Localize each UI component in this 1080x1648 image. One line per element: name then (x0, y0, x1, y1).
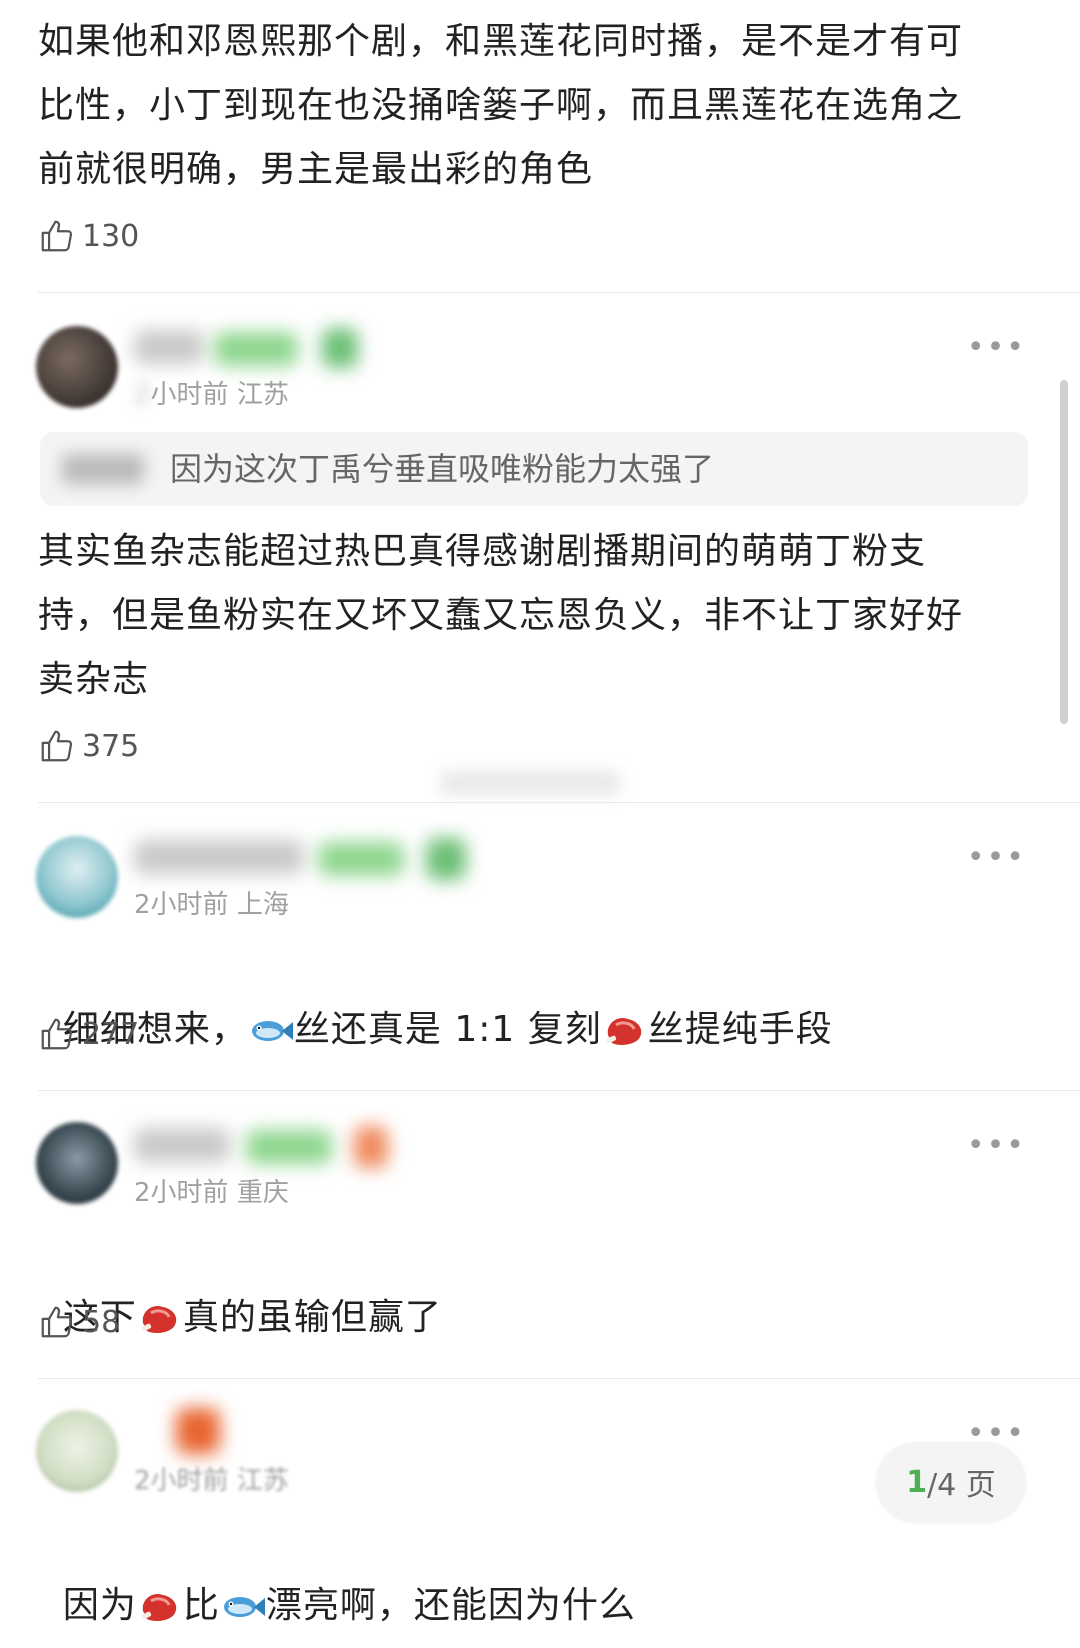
like-count: 277 (82, 1016, 140, 1052)
username-blurred[interactable] (134, 1128, 230, 1162)
quoted-username-blurred (62, 454, 144, 484)
thumbs-up-icon (41, 1306, 73, 1338)
like-button[interactable]: 277 (38, 1012, 139, 1056)
total-pages: /4 页 (927, 1468, 996, 1503)
comment-text-part: 因为 (62, 1585, 137, 1626)
comment-meta: 2小时前 江苏 (134, 380, 289, 410)
quoted-reply[interactable]: 因为这次丁禹兮垂直吸唯粉能力太强了 (40, 432, 1028, 506)
steak-emoji-icon (602, 1008, 648, 1048)
avatar[interactable] (36, 326, 118, 408)
comment-text-part: 丝提纯手段 (647, 1009, 833, 1050)
thumbs-up-icon (41, 1018, 73, 1050)
divider (38, 1378, 1080, 1379)
user-badge-blurred (246, 1130, 332, 1164)
comment-text: 因为 比 漂亮啊，还能因为什么 (38, 1510, 1028, 1638)
comment-meta: 2小时前 上海 (134, 884, 289, 921)
comment-location: 江苏 (236, 1466, 289, 1496)
current-page: 1 (906, 1464, 928, 1500)
thumbs-up-icon (41, 730, 73, 762)
like-count: 375 (82, 728, 140, 764)
watermark-blurred (440, 770, 620, 796)
comment-location: 重庆 (236, 1178, 289, 1208)
comment-location: 江苏 (236, 380, 289, 410)
comment-meta: 2小时前 重庆 (134, 1172, 289, 1209)
comment-text-part: 比 (182, 1585, 220, 1626)
more-options-icon[interactable]: ••• (967, 330, 1026, 365)
user-medal-blurred (426, 838, 466, 880)
like-count: 58 (82, 1304, 121, 1340)
comment-time: 2小时前 (134, 1466, 229, 1496)
comment-text-part: 丝还真是 1:1 复刻 (293, 1009, 602, 1050)
user-badge-blurred (318, 842, 404, 876)
username-blurred[interactable] (134, 840, 304, 874)
comment-location: 上海 (236, 890, 289, 920)
like-button[interactable]: 58 (38, 1300, 120, 1344)
divider (38, 292, 1080, 293)
comment-time: 小时前 (150, 380, 229, 410)
steak-emoji-icon (137, 1296, 183, 1336)
quoted-text: 因为这次丁禹兮垂直吸唯粉能力太强了 (170, 450, 715, 488)
fish-emoji-icon (220, 1584, 266, 1624)
like-button[interactable]: 130 (38, 214, 139, 258)
fish-emoji-icon (248, 1008, 294, 1048)
comment-text: 这下 真的虽输但赢了 (38, 1222, 1028, 1350)
user-medal-blurred (322, 328, 358, 368)
user-medal-blurred (176, 1408, 220, 1454)
like-count: 130 (82, 218, 140, 254)
more-options-icon[interactable]: ••• (967, 1128, 1026, 1163)
comment-text-part: 真的虽输但赢了 (182, 1297, 442, 1338)
comment-text: 如果他和邓恩熙那个剧，和黑莲花同时播，是不是才有可 比性，小丁到现在也没捅啥篓子… (38, 21, 964, 190)
comment-meta: 2小时前 江苏 (134, 1460, 289, 1497)
avatar[interactable] (36, 836, 118, 918)
avatar[interactable] (36, 1410, 118, 1492)
username-blurred[interactable] (134, 330, 204, 364)
comment-text-part: 漂亮啊，还能因为什么 (265, 1585, 636, 1626)
comment-text: 其实鱼杂志能超过热巴真得感谢剧播期间的萌萌丁粉支 持，但是鱼粉实在又坏又蠢又忘恩… (38, 531, 964, 700)
divider (38, 802, 1080, 803)
thumbs-up-icon (41, 220, 73, 252)
comment-text: 细细想来， 丝还真是 1:1 复刻 丝提纯手段 (38, 934, 1028, 1062)
like-button[interactable]: 375 (38, 724, 139, 768)
avatar[interactable] (36, 1122, 118, 1204)
more-options-icon[interactable]: ••• (967, 840, 1026, 875)
comment-time: 2小时前 (134, 890, 229, 920)
comment-time: 2小时前 (134, 1178, 229, 1208)
page-indicator[interactable]: 1/4 页 (876, 1442, 1026, 1522)
scrollbar[interactable] (1060, 380, 1068, 724)
steak-emoji-icon (137, 1584, 183, 1624)
user-badge-blurred (214, 332, 298, 366)
divider (38, 1090, 1080, 1091)
user-medal-blurred (354, 1126, 388, 1168)
